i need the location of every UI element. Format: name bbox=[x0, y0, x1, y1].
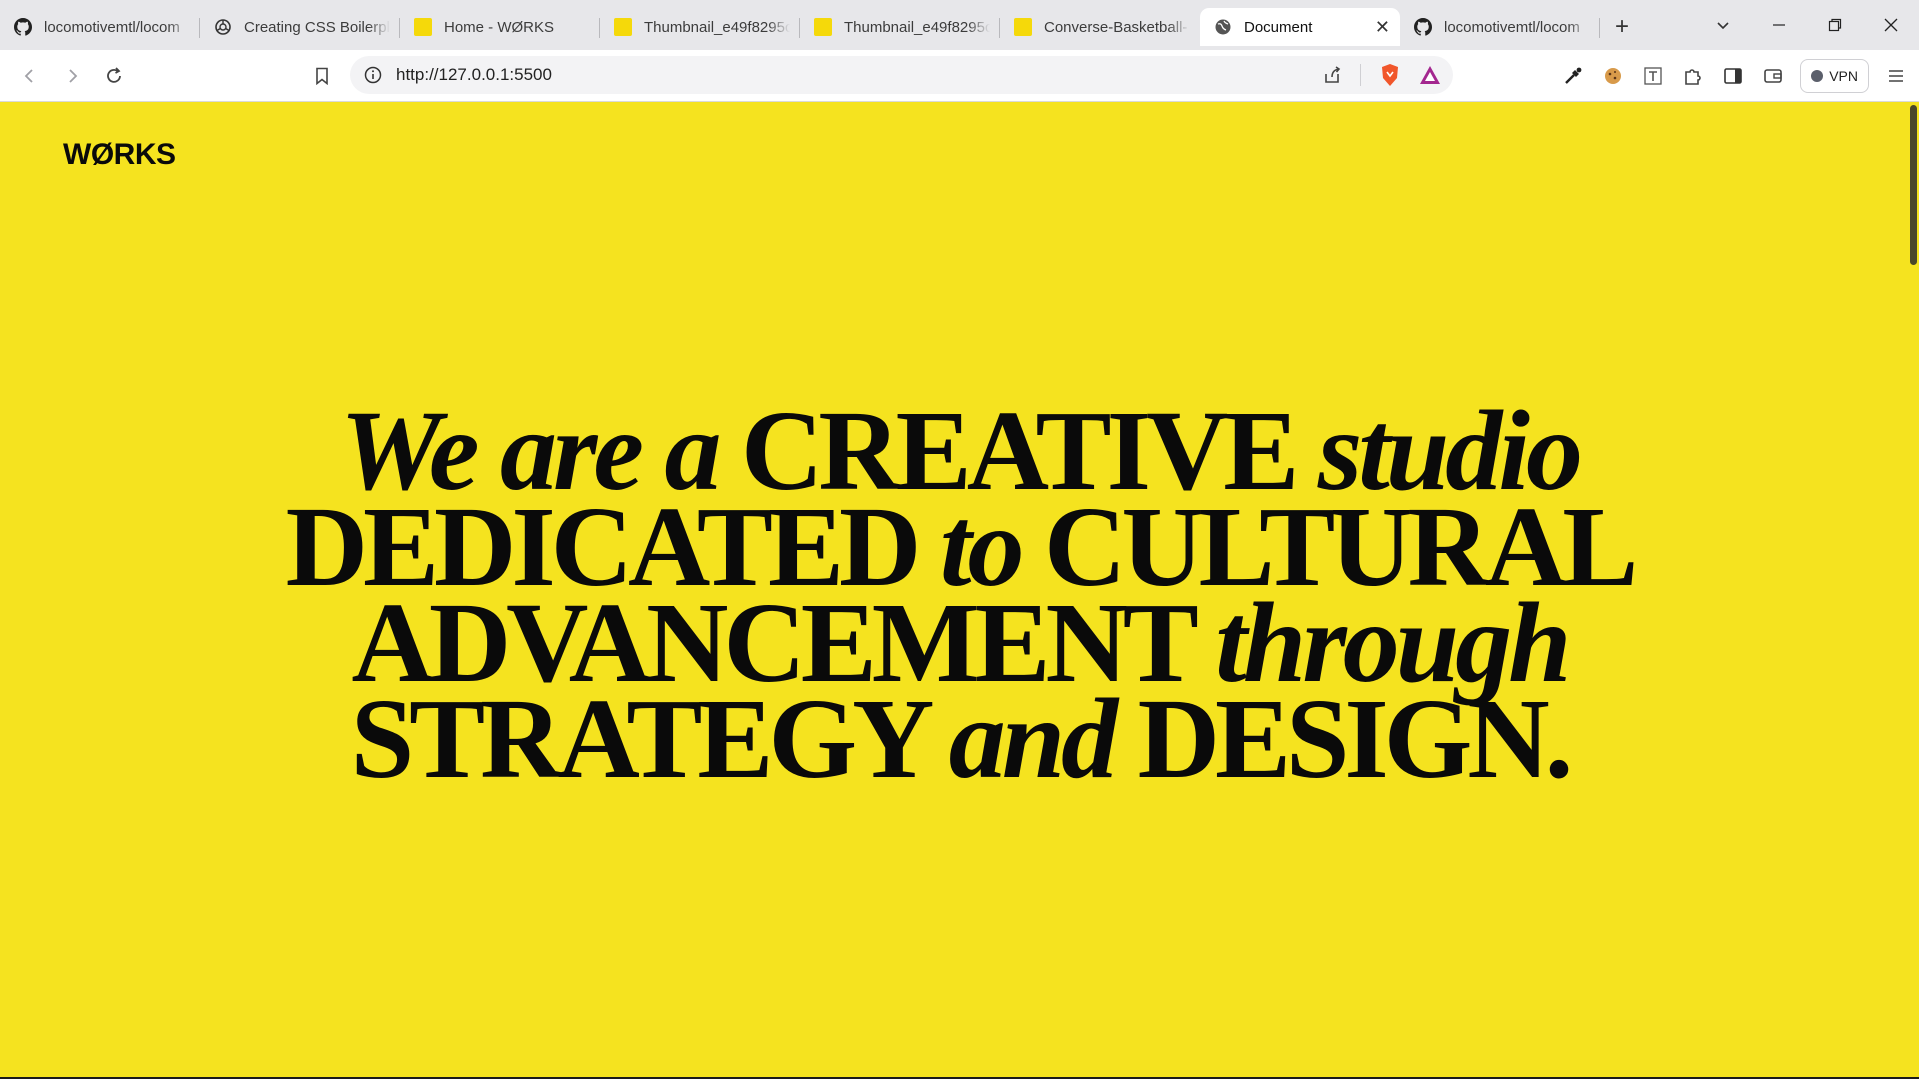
window-controls bbox=[1695, 0, 1919, 50]
tab-3[interactable]: Thumbnail_e49f8295c bbox=[600, 8, 800, 46]
close-icon bbox=[1884, 18, 1898, 32]
close-window-button[interactable] bbox=[1863, 0, 1919, 50]
restore-icon bbox=[1828, 18, 1842, 32]
extensions-puzzle-icon[interactable] bbox=[1680, 63, 1706, 89]
tab-6-active[interactable]: Document ✕ bbox=[1200, 8, 1400, 46]
plus-icon: + bbox=[1614, 13, 1629, 40]
bookmark-icon bbox=[316, 67, 328, 85]
bookmark-button[interactable] bbox=[302, 56, 342, 96]
yellow-square-icon bbox=[1014, 18, 1032, 36]
arrow-right-icon bbox=[69, 68, 78, 83]
yellow-square-icon bbox=[814, 18, 832, 36]
tab-title: locomotivemtl/locom bbox=[1444, 18, 1580, 36]
hamburger-menu-icon bbox=[1889, 70, 1903, 82]
tab-1[interactable]: Creating CSS Boilerpl bbox=[200, 8, 400, 46]
tab-title: Converse-Basketball- bbox=[1044, 18, 1188, 36]
wallet-icon[interactable] bbox=[1760, 63, 1786, 89]
sidebar-toggle-icon[interactable] bbox=[1720, 63, 1746, 89]
menu-button[interactable] bbox=[1883, 63, 1909, 89]
works-logo[interactable]: WØRKS bbox=[63, 138, 176, 172]
hero-line-4: STRATEGY and DESIGN. bbox=[0, 682, 1919, 796]
yellow-square-icon bbox=[614, 18, 632, 36]
tab-7[interactable]: locomotivemtl/locom bbox=[1400, 8, 1600, 46]
minimize-button[interactable] bbox=[1751, 0, 1807, 50]
new-tab-button[interactable]: + bbox=[1600, 8, 1644, 46]
forward-button[interactable] bbox=[52, 56, 92, 96]
share-icon bbox=[1325, 66, 1341, 83]
font-extension-icon[interactable] bbox=[1640, 63, 1666, 89]
minimize-icon bbox=[1773, 24, 1785, 26]
chevron-down-icon bbox=[1717, 22, 1729, 30]
vpn-button[interactable]: VPN bbox=[1800, 59, 1869, 93]
brave-rewards-icon bbox=[1420, 66, 1440, 84]
arrow-left-icon bbox=[24, 68, 33, 83]
hero-heading: We are a CREATIVE studio DEDICATED to CU… bbox=[0, 394, 1919, 796]
back-button[interactable] bbox=[10, 56, 50, 96]
extensions-bar: VPN bbox=[1560, 56, 1909, 96]
page-scrollbar-thumb[interactable] bbox=[1910, 105, 1917, 265]
tab-5[interactable]: Converse-Basketball- bbox=[1000, 8, 1200, 46]
globe-icon bbox=[1214, 18, 1232, 36]
cookie-extension-icon[interactable] bbox=[1600, 63, 1626, 89]
info-icon bbox=[364, 66, 382, 84]
github-icon bbox=[1414, 18, 1432, 36]
yellow-square-icon bbox=[414, 18, 432, 36]
tab-title: Creating CSS Boilerpl bbox=[244, 18, 390, 36]
page-viewport: WØRKS We are a CREATIVE studio DEDICATED… bbox=[0, 103, 1919, 1079]
tab-0[interactable]: locomotivemtl/locom bbox=[0, 8, 200, 46]
tab-strip: locomotivemtl/locom Creating CSS Boilerp… bbox=[0, 0, 1919, 50]
reload-icon bbox=[107, 66, 121, 83]
tab-4[interactable]: Thumbnail_e49f8295c bbox=[800, 8, 1000, 46]
browser-toolbar: http://127.0.0.1:5500 VPN bbox=[0, 50, 1919, 102]
tab-title: Document bbox=[1244, 18, 1313, 36]
tab-title: Thumbnail_e49f8295c bbox=[644, 18, 790, 36]
tab-2[interactable]: Home - WØRKS bbox=[400, 8, 600, 46]
hero-caps-text: STRATEGY bbox=[350, 675, 930, 802]
address-bar[interactable]: http://127.0.0.1:5500 bbox=[350, 56, 1453, 94]
eyedropper-extension-icon[interactable] bbox=[1560, 63, 1586, 89]
tab-title: locomotivemtl/locom bbox=[44, 18, 180, 36]
vpn-status-icon bbox=[1811, 70, 1824, 82]
restore-button[interactable] bbox=[1807, 0, 1863, 50]
reload-button[interactable] bbox=[94, 56, 134, 96]
tab-title: Thumbnail_e49f8295c bbox=[844, 18, 990, 36]
vpn-label: VPN bbox=[1829, 68, 1858, 84]
hero-italic-text: and bbox=[948, 675, 1118, 802]
brave-shields-icon bbox=[1382, 64, 1398, 86]
close-tab-icon[interactable]: ✕ bbox=[1375, 17, 1390, 38]
tab-search-button[interactable] bbox=[1695, 0, 1751, 50]
github-icon bbox=[14, 18, 32, 36]
hero-caps-text: DESIGN. bbox=[1137, 675, 1574, 802]
url-text[interactable]: http://127.0.0.1:5500 bbox=[396, 65, 1322, 85]
openai-icon bbox=[214, 18, 232, 36]
tab-title: Home - WØRKS bbox=[444, 18, 555, 36]
